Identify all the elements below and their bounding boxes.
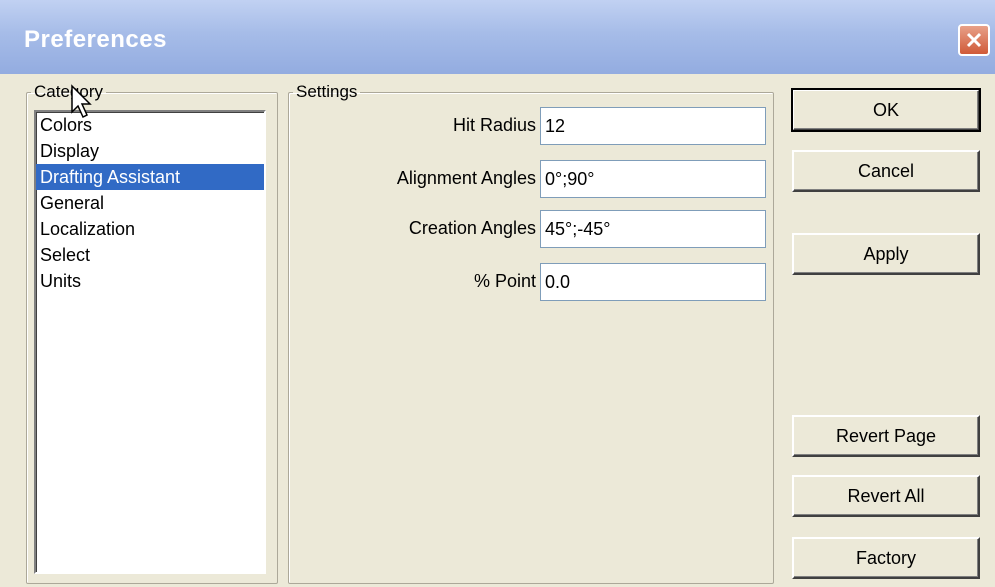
percent-point-row: % Point: [288, 263, 768, 301]
revert-all-button[interactable]: Revert All: [792, 475, 980, 517]
mouse-pointer-icon: [71, 84, 92, 119]
ok-button[interactable]: OK: [791, 88, 981, 132]
settings-legend: Settings: [296, 82, 358, 101]
factory-button[interactable]: Factory: [792, 537, 980, 579]
preferences-window: Preferences Category Colors Display Draf…: [0, 0, 995, 587]
alignment-angles-row: Alignment Angles: [288, 160, 768, 198]
percent-point-input[interactable]: [540, 263, 766, 301]
alignment-angles-input[interactable]: [540, 160, 766, 198]
list-item-units[interactable]: Units: [36, 268, 264, 294]
list-item-select[interactable]: Select: [36, 242, 264, 268]
close-icon: [966, 32, 982, 48]
revert-page-button[interactable]: Revert Page: [792, 415, 980, 457]
settings-group: Settings: [288, 82, 774, 584]
apply-button[interactable]: Apply: [792, 233, 980, 275]
creation-angles-input[interactable]: [540, 210, 766, 248]
cancel-button[interactable]: Cancel: [792, 150, 980, 192]
percent-point-label: % Point: [473, 271, 536, 291]
creation-angles-row: Creation Angles: [288, 210, 768, 248]
window-title: Preferences: [24, 26, 167, 53]
hit-radius-row: Hit Radius: [288, 107, 768, 145]
list-item-general[interactable]: General: [36, 190, 264, 216]
list-item-drafting-assistant[interactable]: Drafting Assistant: [36, 164, 264, 190]
hit-radius-input[interactable]: [540, 107, 766, 145]
list-item-display[interactable]: Display: [36, 138, 264, 164]
list-item-localization[interactable]: Localization: [36, 216, 264, 242]
creation-angles-label: Creation Angles: [408, 218, 536, 238]
category-list[interactable]: Colors Display Drafting Assistant Genera…: [34, 110, 266, 574]
title-bar[interactable]: Preferences: [0, 0, 995, 74]
close-button[interactable]: [958, 24, 990, 56]
hit-radius-label: Hit Radius: [452, 115, 536, 135]
alignment-angles-label: Alignment Angles: [396, 168, 536, 188]
category-legend: Category: [34, 82, 103, 101]
